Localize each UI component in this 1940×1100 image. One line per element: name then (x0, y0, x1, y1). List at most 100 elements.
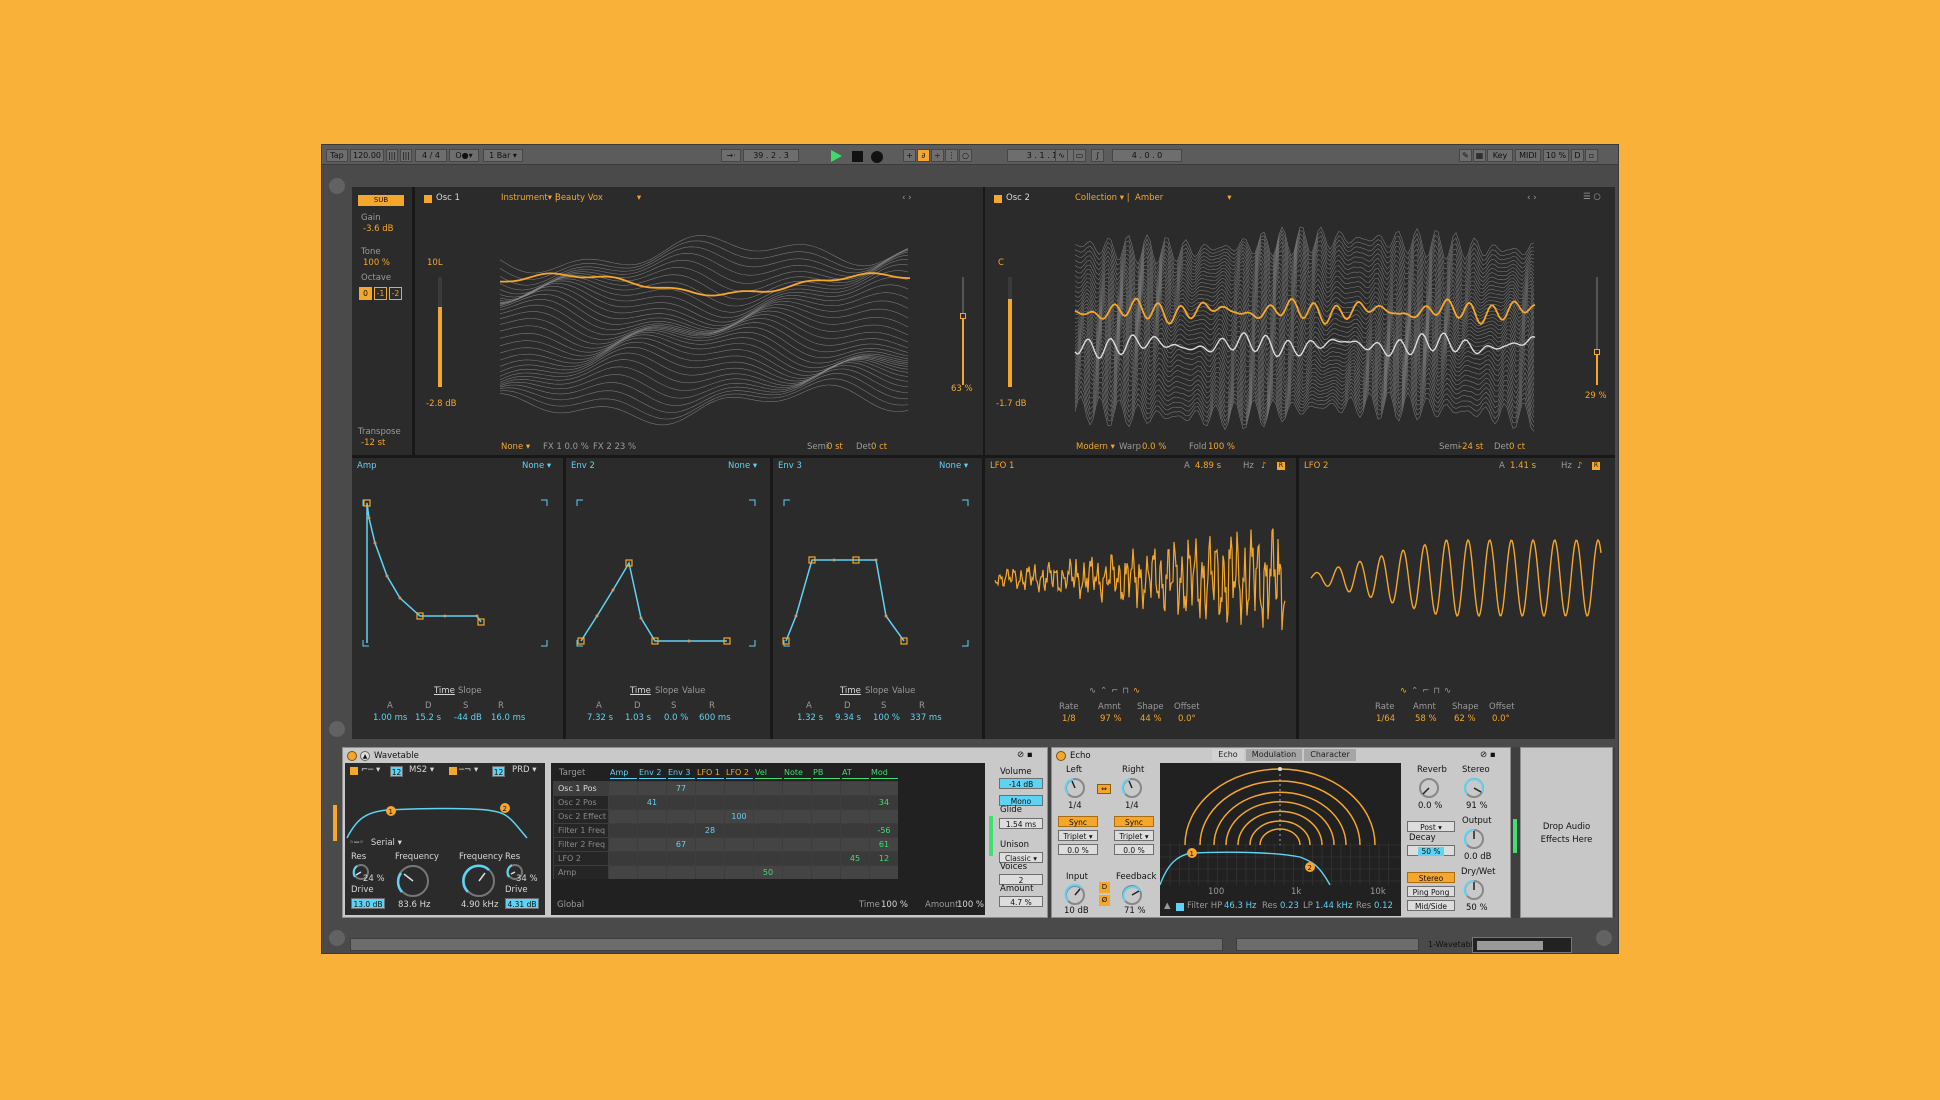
matrix-cell[interactable] (811, 823, 840, 837)
matrix-cell[interactable] (608, 823, 637, 837)
osc2-warp-value[interactable]: 0.0 % (1142, 442, 1166, 453)
matrix-col-1[interactable]: Env 2 (639, 767, 666, 779)
tap-button[interactable]: Tap (326, 149, 348, 162)
matrix-cell[interactable] (840, 823, 869, 837)
osc2-toggle[interactable] (994, 195, 1002, 203)
matrix-cell[interactable] (608, 809, 637, 823)
matrix-cell[interactable] (608, 851, 637, 865)
env2-r-value[interactable]: 600 ms (699, 713, 731, 724)
matrix-cell[interactable] (753, 809, 782, 823)
osc1-prev-next-icon[interactable]: ‹ › (902, 193, 912, 204)
echo-link-icon[interactable]: ⇔ (1097, 784, 1111, 794)
osc1-level-value[interactable]: -2.8 dB (426, 399, 457, 410)
overdub-icon[interactable]: + (903, 149, 916, 162)
echo-mode-stereo[interactable]: Stereo (1407, 872, 1455, 883)
sub-toggle[interactable]: SUB (358, 195, 404, 206)
filter1-type-icon[interactable]: ⌐─ ▾ (361, 765, 380, 776)
echo-reverb-knob[interactable] (1416, 775, 1442, 801)
matrix-cell[interactable] (724, 781, 753, 795)
matrix-cell[interactable] (637, 823, 666, 837)
osc1-semi-value[interactable]: 0 st (827, 442, 843, 453)
matrix-cell[interactable]: 28 (695, 823, 724, 837)
env3-mode-menu[interactable]: None ▾ (939, 461, 968, 472)
matrix-cell[interactable] (695, 809, 724, 823)
lfo1-graph[interactable] (994, 513, 1286, 643)
filter1-freq-knob[interactable] (393, 861, 433, 901)
osc1-toggle[interactable] (424, 195, 432, 203)
track-thumbnail[interactable] (1472, 937, 1572, 953)
transpose-value[interactable]: -12 st (361, 438, 385, 449)
matrix-cell[interactable] (695, 837, 724, 851)
amp-env-a-value[interactable]: 1.00 ms (373, 713, 407, 724)
env3-d-value[interactable]: 9.34 s (835, 713, 861, 724)
filter2-drive-value[interactable]: 4.31 dB (505, 898, 539, 909)
matrix-col-3[interactable]: LFO 1 (697, 767, 724, 779)
osc1-mix-value[interactable]: 63 % (951, 384, 973, 395)
echo-feedback-value[interactable]: 71 % (1124, 906, 1146, 917)
echo-filter-enable[interactable] (1176, 903, 1184, 911)
echo-output-knob[interactable] (1461, 826, 1487, 852)
lfo1-sync-note-icon[interactable]: ♪ (1261, 461, 1266, 472)
matrix-cell[interactable] (753, 837, 782, 851)
echo-mode-pingpong[interactable]: Ping Pong (1407, 886, 1455, 897)
amp-env-graph[interactable] (355, 498, 555, 648)
osc1-fx1[interactable]: FX 1 0.0 % (543, 442, 589, 453)
matrix-row-label[interactable]: Filter 2 Freq (553, 837, 608, 851)
filter2-type-icon[interactable]: ─¬ ▾ (459, 765, 478, 776)
matrix-col-5[interactable]: Vel (755, 767, 782, 779)
filter-routing-menu[interactable]: ◦─◦ Serial ▾ (349, 838, 402, 849)
amp-env-s-value[interactable]: -44 dB (454, 713, 482, 724)
quantization-menu[interactable]: 1 Bar ▾ (483, 149, 523, 162)
osc2-fold-value[interactable]: 100 % (1208, 442, 1235, 453)
env2-tab-value[interactable]: Value (682, 686, 705, 697)
matrix-cell[interactable] (637, 851, 666, 865)
echo-feedback-knob[interactable] (1119, 882, 1145, 908)
draw-mode-icon[interactable]: ✎ (1459, 149, 1472, 162)
env2-tab-slope[interactable]: Slope (655, 686, 679, 697)
matrix-cell[interactable]: 34 (869, 795, 898, 809)
echo-right-offset[interactable]: 0.0 % (1114, 844, 1154, 855)
matrix-cell[interactable] (666, 865, 695, 879)
matrix-cell[interactable] (782, 851, 811, 865)
echo-mode-midside[interactable]: Mid/Side (1407, 900, 1455, 911)
octave-minus2-button[interactable]: -2 (389, 287, 402, 300)
echo-right-sync-button[interactable]: Sync (1114, 816, 1154, 827)
nudge-down-icon[interactable]: ||| (386, 149, 398, 162)
wavetable-fold-icon[interactable]: ▲ (360, 751, 370, 761)
matrix-cell[interactable] (695, 795, 724, 809)
env3-graph[interactable] (776, 498, 976, 648)
glide-value[interactable]: 1.54 ms (999, 818, 1043, 829)
osc2-prev-next-icon[interactable]: ‹ › (1527, 193, 1537, 204)
drop-effects-zone[interactable]: Drop Audio Effects Here (1520, 747, 1613, 918)
echo-output-value[interactable]: 0.0 dB (1464, 852, 1491, 863)
osc2-semi-value[interactable]: -24 st (1459, 442, 1483, 453)
lfo2-shape-icons[interactable]: ∿⌃⌐⊓∿ (1400, 686, 1455, 697)
matrix-time-value[interactable]: 100 % (881, 900, 908, 911)
matrix-cell[interactable] (637, 809, 666, 823)
env2-tab-time[interactable]: Time (630, 686, 651, 697)
lfo2-rate-display[interactable]: 1.41 s (1510, 461, 1536, 472)
track-name[interactable]: 1-Wavetable (1428, 939, 1478, 950)
matrix-cell[interactable] (840, 809, 869, 823)
automation-arm-icon[interactable]: ∂ (917, 149, 930, 162)
echo-right-value[interactable]: 1/4 (1125, 801, 1139, 812)
session-record-icon[interactable]: ○ (959, 149, 972, 162)
lfo1-hz-toggle[interactable]: Hz (1243, 461, 1254, 472)
echo-tab-echo[interactable]: Echo (1212, 749, 1244, 761)
echo-input-knob[interactable] (1062, 882, 1088, 908)
lfo2-sync-note-icon[interactable]: ♪ (1577, 461, 1582, 472)
matrix-cell[interactable] (869, 809, 898, 823)
amp-env-tab-time[interactable]: Time (434, 686, 455, 697)
matrix-cell[interactable] (840, 837, 869, 851)
tempo-field[interactable]: 120.00 (350, 149, 384, 162)
filter1-toggle[interactable] (350, 767, 358, 775)
lfo2-graph[interactable] (1310, 513, 1602, 643)
echo-tab-modulation[interactable]: Modulation (1246, 749, 1302, 761)
wavetable-hotswap-icon[interactable]: ⊘ ▪ (1017, 750, 1033, 761)
sub-gain-value[interactable]: -3.6 dB (363, 224, 394, 235)
osc2-mix-slider[interactable] (1594, 277, 1600, 385)
matrix-cell[interactable] (637, 781, 666, 795)
matrix-cell[interactable] (608, 837, 637, 851)
matrix-row-label[interactable]: Osc 2 Pos (553, 795, 608, 809)
osc1-wavetable-menu[interactable]: Beauty Vox ▾ (555, 193, 641, 204)
